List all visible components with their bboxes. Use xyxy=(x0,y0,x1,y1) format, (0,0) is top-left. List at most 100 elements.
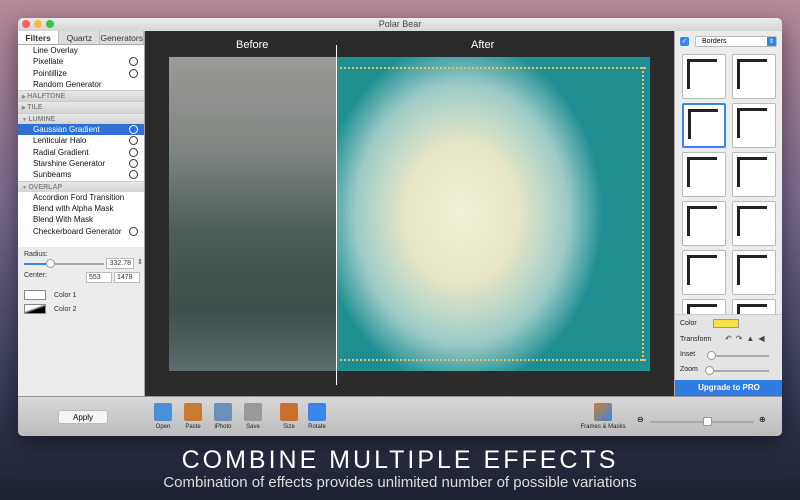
border-thumbnail[interactable] xyxy=(682,201,726,246)
frames-icon xyxy=(594,403,612,421)
gear-icon[interactable] xyxy=(129,147,138,157)
iphoto-icon xyxy=(214,403,232,421)
filter-item[interactable]: Gaussian Gradient xyxy=(18,124,144,136)
radius-field[interactable]: 332.78 xyxy=(106,258,134,269)
borders-dropdown[interactable]: Borders ⇕ xyxy=(695,36,777,47)
color1-well[interactable] xyxy=(24,290,46,300)
filter-item[interactable]: Blend With Mask xyxy=(18,214,144,225)
gear-icon[interactable] xyxy=(129,170,138,180)
tab-filters[interactable]: Filters xyxy=(18,31,60,44)
filter-item[interactable]: Starshine Generator xyxy=(18,158,144,169)
filter-group-tile[interactable]: ▶ TILE xyxy=(18,101,144,113)
before-image xyxy=(169,57,336,371)
group-label: TILE xyxy=(27,104,43,112)
border-thumbnail[interactable] xyxy=(682,152,726,197)
zoom-button[interactable] xyxy=(46,20,54,28)
color2-well[interactable] xyxy=(24,304,46,314)
filter-item-label: Gaussian Gradient xyxy=(33,125,100,135)
zoom-out-icon[interactable]: ⊖ xyxy=(637,415,644,424)
minimize-button[interactable] xyxy=(34,20,42,28)
gear-icon[interactable] xyxy=(129,226,138,236)
border-thumbnail[interactable] xyxy=(682,250,726,295)
border-thumbnails xyxy=(675,51,782,315)
gear-icon[interactable] xyxy=(129,57,138,67)
border-thumbnail[interactable] xyxy=(732,103,776,148)
border-color-well[interactable] xyxy=(713,319,739,328)
toolbar-label: iPhoto xyxy=(214,424,232,430)
filter-item[interactable]: Checkerboard Generator xyxy=(18,226,144,237)
radius-stepper[interactable]: ⇕ xyxy=(137,258,143,266)
save-icon xyxy=(244,403,262,421)
before-after-divider[interactable] xyxy=(336,45,337,385)
filter-item[interactable]: Pixellate xyxy=(18,56,144,67)
filter-group-halftone[interactable]: ▶ HALFTONE xyxy=(18,90,144,102)
filter-item-label: Pixellate xyxy=(33,57,64,67)
border-thumbnail[interactable] xyxy=(682,54,726,99)
paste-button[interactable]: Paste xyxy=(180,403,206,430)
toolbar-label: Open xyxy=(155,424,171,430)
frames-masks-button[interactable]: Frames & Masks xyxy=(578,403,628,430)
open-button[interactable]: Open xyxy=(150,403,176,430)
window-title: Polar Bear xyxy=(378,19,422,29)
border-thumbnail[interactable] xyxy=(682,299,726,315)
flip-vertical-icon[interactable]: ▲ xyxy=(746,334,758,343)
gear-icon[interactable] xyxy=(129,125,138,135)
filter-item[interactable]: Pointillize xyxy=(18,68,144,79)
filter-item-label: Sunbeams xyxy=(33,170,72,180)
filter-item[interactable]: Random Generator xyxy=(18,79,144,90)
filters-panel: Filters Quartz Generators Line Overlay Pi… xyxy=(18,31,145,396)
title-bar: Polar Bear xyxy=(18,18,782,31)
filter-item[interactable]: Sunbeams xyxy=(18,169,144,180)
border-thumbnail[interactable] xyxy=(732,152,776,197)
filter-item-label: Accordion Ford Transition xyxy=(33,192,125,202)
gear-icon[interactable] xyxy=(129,68,138,78)
flip-horizontal-icon[interactable]: ◀ xyxy=(758,334,768,343)
border-thumbnail[interactable] xyxy=(732,250,776,295)
rotate-right-icon[interactable]: ↷ xyxy=(736,334,747,343)
group-label: LUMINE xyxy=(28,115,56,123)
filter-item[interactable]: Radial Gradient xyxy=(18,147,144,158)
chevron-down-icon: ⇕ xyxy=(767,37,776,46)
tab-generators[interactable]: Generators xyxy=(100,31,144,44)
bottom-toolbar: Apply Open Paste iPhoto Save Size Rotate Fram… xyxy=(18,396,782,436)
filter-item[interactable]: Accordion Ford Transition xyxy=(18,192,144,203)
close-button[interactable] xyxy=(22,20,30,28)
toolbar-label: Rotate xyxy=(308,424,326,430)
iphoto-button[interactable]: iPhoto xyxy=(210,403,236,430)
rotate-left-icon[interactable]: ↶ xyxy=(725,334,736,343)
tab-quartz[interactable]: Quartz xyxy=(59,31,101,44)
rotate-icon xyxy=(308,403,326,421)
center-label: Center: xyxy=(24,272,47,279)
filter-group-lumine[interactable]: ▼ LUMINE xyxy=(18,112,144,125)
apply-button[interactable]: Apply xyxy=(58,410,108,424)
center-x-field[interactable]: 553 xyxy=(86,272,112,283)
filter-item[interactable]: Blend with Alpha Mask xyxy=(18,203,144,214)
image-canvas[interactable]: Before After xyxy=(145,31,674,396)
inset-slider[interactable] xyxy=(707,351,716,360)
filter-item[interactable]: Lenticular Halo xyxy=(18,135,144,146)
filter-item-label: Line Overlay xyxy=(33,46,78,55)
zoom-in-icon[interactable]: ⊕ xyxy=(759,415,766,424)
gear-icon[interactable] xyxy=(129,136,138,146)
zoom-slider[interactable] xyxy=(705,366,714,375)
filter-group-overlap[interactable]: ▼ OVERLAP xyxy=(18,180,144,192)
border-thumbnail[interactable] xyxy=(732,54,776,99)
rotate-button[interactable]: Rotate xyxy=(304,403,330,430)
filter-item-label: Radial Gradient xyxy=(33,147,89,157)
size-button[interactable]: Size xyxy=(276,403,302,430)
filter-item-label: Blend With Mask xyxy=(33,215,94,225)
group-label: OVERLAP xyxy=(28,183,63,191)
borders-checkbox[interactable]: ✓ xyxy=(680,37,689,46)
upgrade-button[interactable]: Upgrade to PRO xyxy=(675,380,782,396)
center-y-field[interactable]: 1478 xyxy=(114,272,140,283)
color1-label: Color 1 xyxy=(54,291,77,299)
border-thumbnail[interactable] xyxy=(732,201,776,246)
filter-item[interactable]: Line Overlay xyxy=(18,45,144,56)
gear-icon[interactable] xyxy=(129,158,138,168)
save-button[interactable]: Save xyxy=(240,403,266,430)
border-thumbnail[interactable] xyxy=(732,299,776,315)
color-label: Color xyxy=(680,320,697,327)
radius-slider[interactable] xyxy=(46,259,56,268)
image-zoom-slider[interactable] xyxy=(703,417,713,426)
border-thumbnail[interactable] xyxy=(682,103,726,148)
